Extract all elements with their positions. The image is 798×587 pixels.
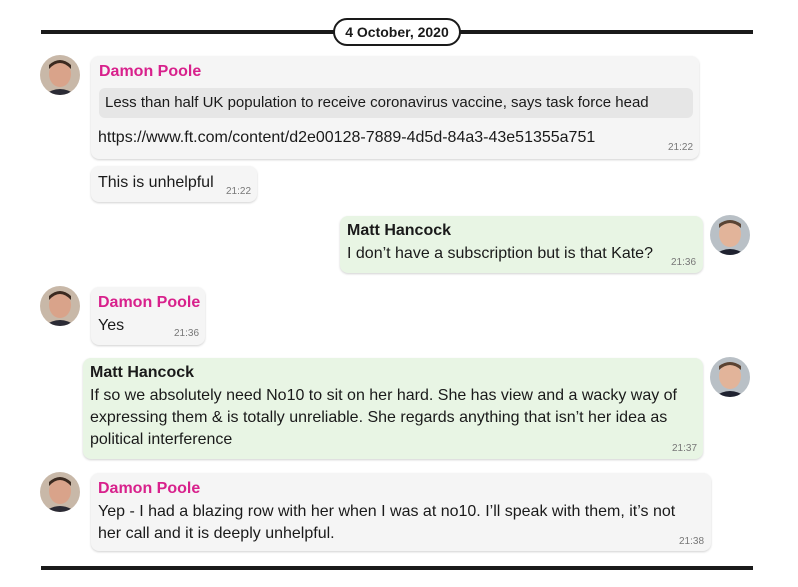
message-bubble: This is unhelpful 21:22 (91, 166, 257, 202)
sender-name[interactable]: Matt Hancock (347, 222, 451, 240)
message-time: 21:22 (226, 186, 252, 197)
message-bubble: Damon Poole Yes 21:36 (91, 287, 205, 345)
message-bubble: Matt Hancock I don’t have a subscription… (340, 216, 703, 273)
link-preview-title[interactable]: Less than half UK population to receive … (99, 88, 693, 118)
message-text-line: her call and it is deeply unhelpful. (98, 525, 335, 542)
message-text-line: If so we absolutely need No10 to sit on … (90, 387, 677, 404)
message-bubble: Matt Hancock If so we absolutely need No… (83, 358, 703, 459)
damon-avatar[interactable] (40, 286, 80, 326)
sender-name[interactable]: Damon Poole (98, 480, 200, 498)
matt-avatar[interactable] (710, 215, 750, 255)
damon-avatar[interactable] (40, 472, 80, 512)
message-time: 21:36 (174, 328, 200, 339)
sender-name[interactable]: Damon Poole (98, 294, 200, 312)
bottom-divider (41, 566, 753, 570)
date-separator: 4 October, 2020 (333, 18, 461, 46)
message-link[interactable]: https://www.ft.com/content/d2e00128-7889… (98, 129, 595, 147)
matt-avatar[interactable] (710, 357, 750, 397)
message-text-line: political interference (90, 431, 233, 448)
message-bubble: Damon Poole Less than half UK population… (91, 56, 699, 159)
message-text: This is unhelpful (98, 174, 214, 191)
sender-name[interactable]: Matt Hancock (90, 364, 194, 382)
damon-avatar[interactable] (40, 55, 80, 95)
message-text-line: Yep - I had a blazing row with her when … (98, 503, 676, 520)
message-bubble: Damon Poole Yep - I had a blazing row wi… (91, 473, 711, 551)
message-time: 21:37 (672, 443, 698, 454)
message-time: 21:38 (679, 536, 705, 547)
message-text-line: expressing them & is totally unreliable.… (90, 409, 668, 426)
sender-name[interactable]: Damon Poole (99, 63, 201, 81)
message-text: I don’t have a subscription but is that … (347, 245, 653, 262)
message-time: 21:36 (671, 257, 697, 268)
message-time: 21:22 (668, 142, 694, 153)
message-text: Yes (98, 317, 125, 334)
